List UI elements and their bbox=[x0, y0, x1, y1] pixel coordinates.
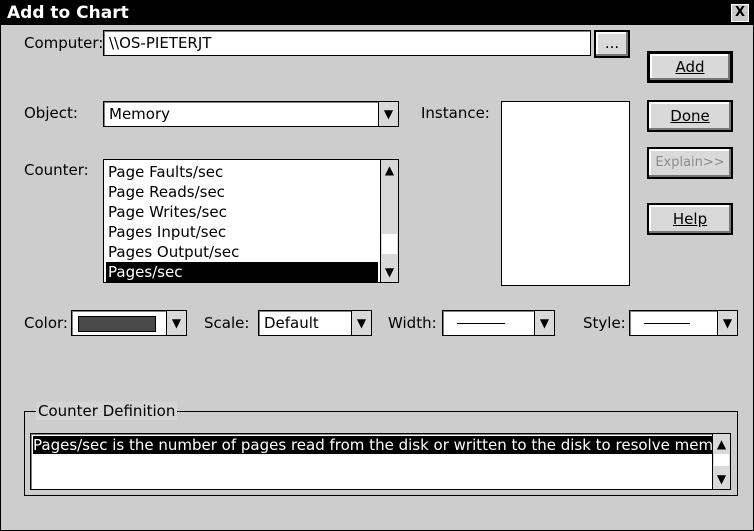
add-to-chart-dialog: Add to Chart X Computer: \\OS-PIETERJT .… bbox=[0, 0, 754, 531]
scale-label: Scale: bbox=[204, 314, 250, 332]
add-button[interactable]: Add bbox=[647, 51, 733, 83]
object-label: Object: bbox=[24, 104, 78, 122]
width-select[interactable]: ▼ bbox=[442, 310, 555, 336]
browse-computer-button[interactable]: ... bbox=[594, 30, 630, 58]
width-label: Width: bbox=[388, 314, 437, 332]
color-select[interactable]: ▼ bbox=[71, 310, 187, 336]
object-select[interactable]: Memory ▼ bbox=[103, 101, 399, 127]
window-title: Add to Chart bbox=[7, 3, 129, 23]
computer-label: Computer: bbox=[24, 34, 104, 52]
computer-input[interactable]: \\OS-PIETERJT bbox=[103, 30, 591, 56]
scale-dropdown-arrow-icon[interactable]: ▼ bbox=[351, 311, 371, 335]
done-button-label: Done bbox=[670, 107, 710, 125]
definition-scrollbar[interactable]: ▲ ▼ bbox=[712, 434, 730, 489]
counter-scrollbar[interactable]: ▲ ▼ bbox=[380, 160, 398, 282]
color-label: Color: bbox=[24, 314, 68, 332]
scale-select[interactable]: Default ▼ bbox=[258, 310, 372, 336]
done-button[interactable]: Done bbox=[647, 100, 733, 132]
list-item[interactable]: Page Writes/sec bbox=[106, 202, 378, 222]
object-value: Memory bbox=[109, 105, 171, 123]
list-item[interactable]: Page Reads/sec bbox=[106, 182, 378, 202]
instance-label: Instance: bbox=[421, 104, 490, 122]
width-dropdown-arrow-icon[interactable]: ▼ bbox=[534, 311, 554, 335]
add-button-label: Add bbox=[675, 58, 705, 76]
definition-scroll-up-icon[interactable]: ▲ bbox=[714, 435, 729, 453]
counter-label: Counter: bbox=[24, 161, 89, 179]
counter-list[interactable]: Page Faults/sec Page Reads/sec Page Writ… bbox=[103, 159, 399, 283]
counter-definition-legend: Counter Definition bbox=[36, 402, 178, 420]
scale-value: Default bbox=[264, 314, 319, 332]
scroll-down-arrow-icon[interactable]: ▼ bbox=[382, 263, 397, 281]
style-select[interactable]: ▼ bbox=[629, 310, 738, 336]
style-label: Style: bbox=[583, 314, 626, 332]
style-dropdown-arrow-icon[interactable]: ▼ bbox=[717, 311, 737, 335]
help-button-label: Help bbox=[672, 210, 708, 228]
definition-scroll-thumb[interactable] bbox=[714, 454, 729, 466]
width-preview-line bbox=[457, 323, 505, 324]
scroll-thumb[interactable] bbox=[382, 234, 397, 254]
list-item[interactable]: Page Faults/sec bbox=[106, 162, 378, 182]
list-item[interactable]: Pages Output/sec bbox=[106, 242, 378, 262]
explain-button[interactable]: Explain>> bbox=[647, 147, 733, 179]
list-item-selected[interactable]: Pages/sec bbox=[106, 262, 378, 282]
definition-text: Pages/sec is the number of pages read fr… bbox=[33, 436, 730, 454]
title-bar[interactable]: Add to Chart X bbox=[1, 1, 753, 25]
help-button[interactable]: Help bbox=[647, 203, 733, 235]
scroll-up-arrow-icon[interactable]: ▲ bbox=[382, 161, 397, 179]
list-item[interactable]: Pages Input/sec bbox=[106, 222, 378, 242]
color-swatch bbox=[78, 316, 156, 332]
instance-list[interactable] bbox=[501, 101, 630, 286]
close-icon[interactable]: X bbox=[731, 4, 749, 22]
counter-definition-text[interactable]: Pages/sec is the number of pages read fr… bbox=[30, 433, 731, 490]
style-preview-line bbox=[644, 323, 690, 324]
definition-scroll-down-icon[interactable]: ▼ bbox=[714, 470, 729, 488]
object-dropdown-arrow-icon[interactable]: ▼ bbox=[378, 102, 398, 126]
color-dropdown-arrow-icon[interactable]: ▼ bbox=[166, 311, 186, 335]
